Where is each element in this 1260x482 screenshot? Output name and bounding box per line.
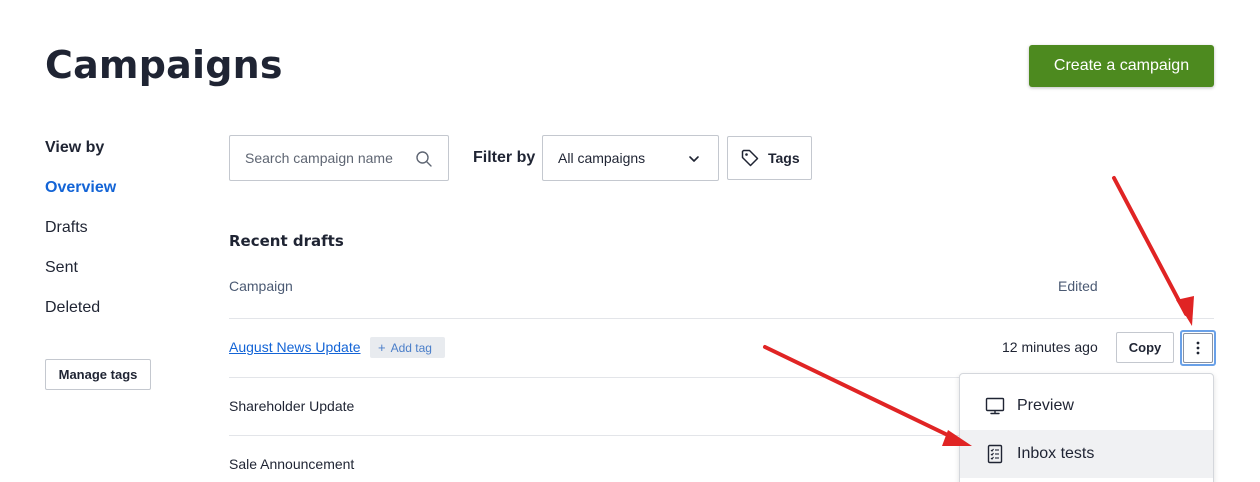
filter-select[interactable]: All campaigns bbox=[542, 135, 719, 181]
create-campaign-button[interactable]: Create a campaign bbox=[1029, 45, 1214, 87]
campaign-link-august-news-update[interactable]: August News Update bbox=[229, 339, 361, 355]
manage-tags-button[interactable]: Manage tags bbox=[45, 359, 151, 390]
edited-time: 12 minutes ago bbox=[1002, 339, 1098, 355]
add-tag-button[interactable]: + Add tag bbox=[370, 337, 445, 358]
menu-item-inbox-tests[interactable]: Inbox tests bbox=[960, 430, 1213, 478]
sidebar-item-sent[interactable]: Sent bbox=[45, 258, 205, 278]
copy-button[interactable]: Copy bbox=[1116, 332, 1174, 363]
more-actions-button[interactable] bbox=[1180, 330, 1216, 366]
chevron-down-icon bbox=[689, 156, 699, 162]
menu-item-inbox-tests-label: Inbox tests bbox=[1017, 445, 1095, 462]
sidebar-item-overview[interactable]: Overview bbox=[45, 178, 205, 198]
filter-select-value: All campaigns bbox=[558, 150, 646, 166]
search-box bbox=[229, 135, 449, 181]
search-icon[interactable] bbox=[415, 150, 433, 168]
column-header-edited: Edited bbox=[1058, 278, 1098, 294]
more-actions-inner bbox=[1183, 333, 1213, 363]
tag-icon bbox=[741, 149, 759, 167]
annotation-arrow-more-button bbox=[1112, 176, 1194, 326]
campaign-name-sale-announcement[interactable]: Sale Announcement bbox=[229, 456, 354, 472]
row-divider bbox=[229, 318, 1214, 319]
campaign-name-shareholder-update[interactable]: Shareholder Update bbox=[229, 398, 354, 414]
filter-label: Filter by bbox=[473, 149, 536, 166]
plus-icon: + bbox=[378, 340, 386, 355]
search-input[interactable] bbox=[245, 150, 410, 166]
sidebar-item-deleted[interactable]: Deleted bbox=[45, 298, 205, 318]
column-header-campaign: Campaign bbox=[229, 278, 293, 294]
recent-drafts-title: Recent drafts bbox=[229, 232, 344, 250]
vertical-dots-icon bbox=[1196, 341, 1200, 355]
sidebar: View by Overview Drafts Sent Deleted bbox=[45, 138, 205, 318]
menu-item-preview[interactable]: Preview bbox=[960, 382, 1213, 430]
sidebar-item-drafts[interactable]: Drafts bbox=[45, 218, 205, 238]
page-title: Campaigns bbox=[45, 43, 283, 87]
more-actions-menu: Preview Inbox tests bbox=[959, 373, 1214, 482]
tags-filter-button[interactable]: Tags bbox=[727, 136, 812, 180]
menu-item-preview-label: Preview bbox=[1017, 397, 1074, 414]
tags-filter-label: Tags bbox=[768, 150, 800, 166]
add-tag-label: Add tag bbox=[390, 340, 432, 355]
monitor-icon bbox=[985, 397, 1005, 415]
sidebar-heading: View by bbox=[45, 139, 105, 156]
checklist-icon bbox=[987, 444, 1003, 464]
annotation-arrow-inbox-tests bbox=[763, 345, 972, 446]
